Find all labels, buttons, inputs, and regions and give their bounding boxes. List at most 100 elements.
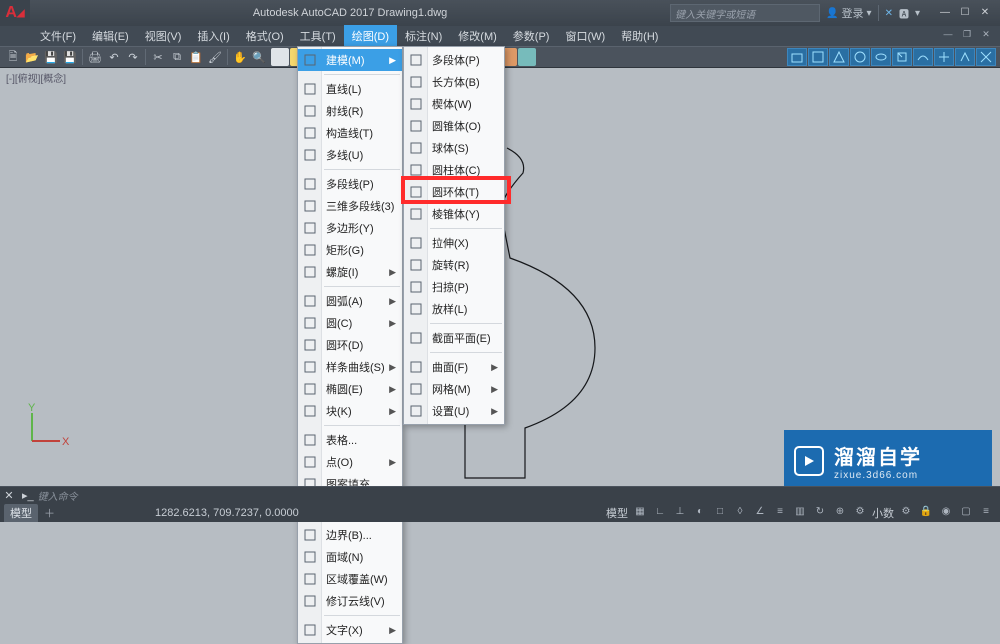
menu-3[interactable]: 插入(I) bbox=[189, 25, 237, 47]
match-icon[interactable]: 🖌 bbox=[206, 48, 224, 66]
solid-tools[interactable] bbox=[787, 48, 996, 66]
menu-item[interactable]: 螺旋(I)▶ bbox=[298, 261, 402, 283]
menu-item[interactable]: 圆环体(T) bbox=[404, 181, 504, 203]
menu-item[interactable]: 边界(B)... bbox=[298, 524, 402, 546]
open-icon[interactable]: 📂 bbox=[23, 48, 41, 66]
saveas-icon[interactable]: 💾 bbox=[61, 48, 79, 66]
menu-4[interactable]: 格式(O) bbox=[238, 25, 292, 47]
clean-icon[interactable]: ▢ bbox=[958, 506, 974, 520]
customize-icon[interactable]: ≡ bbox=[978, 506, 994, 520]
command-input[interactable]: 键入命令 bbox=[38, 488, 78, 503]
menu-9[interactable]: 参数(P) bbox=[505, 25, 558, 47]
maximize-button[interactable]: ☐ bbox=[956, 6, 974, 20]
menu-item[interactable]: 修订云线(V) bbox=[298, 590, 402, 612]
tab-restore-icon[interactable]: ❐ bbox=[959, 29, 975, 43]
grid-icon[interactable]: ▦ bbox=[632, 506, 648, 520]
close-button[interactable]: ✕ bbox=[976, 6, 994, 20]
polar-icon[interactable]: ◐ bbox=[692, 506, 708, 520]
menu-item[interactable]: 多边形(Y) bbox=[298, 217, 402, 239]
cmd-close-icon[interactable]: ✕ bbox=[0, 489, 18, 502]
menu-item[interactable]: 建模(M)▶ bbox=[298, 49, 402, 71]
menu-item[interactable]: 圆柱体(C) bbox=[404, 159, 504, 181]
cycling-icon[interactable]: ↻ bbox=[812, 506, 828, 520]
menu-item[interactable]: 区域覆盖(W) bbox=[298, 568, 402, 590]
snap-icon[interactable]: ∟ bbox=[652, 506, 668, 520]
menu-item[interactable]: 旋转(R) bbox=[404, 254, 504, 276]
menu-item[interactable]: 圆环(D) bbox=[298, 334, 402, 356]
menu-7[interactable]: 标注(N) bbox=[397, 25, 450, 47]
menu-item[interactable]: 网格(M)▶ bbox=[404, 378, 504, 400]
pan-icon[interactable]: ✋ bbox=[231, 48, 249, 66]
redo-icon[interactable]: ↷ bbox=[124, 48, 142, 66]
lwt-icon[interactable]: ≡ bbox=[772, 506, 788, 520]
command-bar[interactable]: ✕ ▸_ 键入命令 bbox=[0, 486, 1000, 504]
menu-item[interactable]: 棱锥体(Y) bbox=[404, 203, 504, 225]
app-icon[interactable]: 🅰 bbox=[899, 6, 909, 21]
menu-8[interactable]: 修改(M) bbox=[450, 25, 505, 47]
minimize-button[interactable]: — bbox=[936, 6, 954, 20]
new-icon[interactable]: 🗎 bbox=[4, 48, 22, 66]
tab-min-icon[interactable]: — bbox=[940, 29, 956, 43]
layout-add-icon[interactable]: ＋ bbox=[44, 505, 55, 521]
model-tab[interactable]: 模型 bbox=[4, 504, 38, 522]
lock-icon[interactable]: 🔒 bbox=[918, 506, 934, 520]
menu-item[interactable]: 多线(U) bbox=[298, 144, 402, 166]
menu-item[interactable]: 构造线(T) bbox=[298, 122, 402, 144]
menu-item[interactable]: 圆弧(A)▶ bbox=[298, 290, 402, 312]
menu-item[interactable]: 直线(L) bbox=[298, 78, 402, 100]
menu-item[interactable]: 圆锥体(O) bbox=[404, 115, 504, 137]
cut-icon[interactable]: ✂ bbox=[149, 48, 167, 66]
annot-icon[interactable]: ⚙ bbox=[852, 506, 868, 520]
zoom-icon[interactable]: 🔍 bbox=[250, 48, 268, 66]
menu-item[interactable]: 面域(N) bbox=[298, 546, 402, 568]
gizmo-icon[interactable]: ⊕ bbox=[832, 506, 848, 520]
menu-item[interactable]: 多段体(P) bbox=[404, 49, 504, 71]
menu-item[interactable]: 长方体(B) bbox=[404, 71, 504, 93]
app-logo[interactable]: A◢ bbox=[0, 0, 30, 26]
menu-5[interactable]: 工具(T) bbox=[292, 25, 344, 47]
space-label[interactable]: 模型 bbox=[606, 505, 628, 521]
transparency-icon[interactable]: ▥ bbox=[792, 506, 808, 520]
isolate-icon[interactable]: ◉ bbox=[938, 506, 954, 520]
help-icon[interactable]: ▾ bbox=[915, 8, 920, 19]
menu-item[interactable]: 样条曲线(S)▶ bbox=[298, 356, 402, 378]
search-input[interactable]: 键入关键字或短语 bbox=[670, 4, 820, 22]
units-label[interactable]: 小数 bbox=[872, 505, 894, 521]
menu-item[interactable]: 圆(C)▶ bbox=[298, 312, 402, 334]
menu-item[interactable]: 设置(U)▶ bbox=[404, 400, 504, 422]
draw-menu[interactable]: 建模(M)▶直线(L)射线(R)构造线(T)多线(U)多段线(P)三维多段线(3… bbox=[297, 46, 403, 644]
menu-item[interactable]: 多段线(P) bbox=[298, 173, 402, 195]
menu-1[interactable]: 编辑(E) bbox=[84, 25, 137, 47]
menu-11[interactable]: 帮助(H) bbox=[613, 25, 666, 47]
ortho-icon[interactable]: ⊥ bbox=[672, 506, 688, 520]
3dosnap-icon[interactable]: ◊ bbox=[732, 506, 748, 520]
menu-item[interactable]: 楔体(W) bbox=[404, 93, 504, 115]
viewport-label[interactable]: [-][俯视][概念] bbox=[6, 70, 66, 85]
menu-item[interactable]: 点(O)▶ bbox=[298, 451, 402, 473]
menu-item[interactable]: 曲面(F)▶ bbox=[404, 356, 504, 378]
menu-item[interactable]: 椭圆(E)▶ bbox=[298, 378, 402, 400]
menu-0[interactable]: 文件(F) bbox=[32, 25, 84, 47]
login-button[interactable]: 👤 登录 ▾ bbox=[826, 5, 871, 21]
menu-item[interactable]: 射线(R) bbox=[298, 100, 402, 122]
workspace-icon[interactable]: ⚙ bbox=[898, 506, 914, 520]
paste-icon[interactable]: 📋 bbox=[187, 48, 205, 66]
menu-item[interactable]: 拉伸(X) bbox=[404, 232, 504, 254]
copy-icon[interactable]: ⧉ bbox=[168, 48, 186, 66]
menu-item[interactable]: 扫掠(P) bbox=[404, 276, 504, 298]
menu-item[interactable]: 块(K)▶ bbox=[298, 400, 402, 422]
otrack-icon[interactable]: ∠ bbox=[752, 506, 768, 520]
menu-item[interactable]: 放样(L) bbox=[404, 298, 504, 320]
menu-10[interactable]: 窗口(W) bbox=[557, 25, 613, 47]
osnap-icon[interactable]: □ bbox=[712, 506, 728, 520]
menu-item[interactable]: 矩形(G) bbox=[298, 239, 402, 261]
exchange-icon[interactable]: ✕ bbox=[885, 8, 893, 19]
tab-close-icon[interactable]: ✕ bbox=[978, 29, 994, 43]
menu-item[interactable]: 表格... bbox=[298, 429, 402, 451]
undo-icon[interactable]: ↶ bbox=[105, 48, 123, 66]
menu-item[interactable]: 截面平面(E) bbox=[404, 327, 504, 349]
menu-item[interactable]: 文字(X)▶ bbox=[298, 619, 402, 641]
menu-2[interactable]: 视图(V) bbox=[137, 25, 190, 47]
plot-icon[interactable]: 🖨 bbox=[86, 48, 104, 66]
menu-item[interactable]: 球体(S) bbox=[404, 137, 504, 159]
